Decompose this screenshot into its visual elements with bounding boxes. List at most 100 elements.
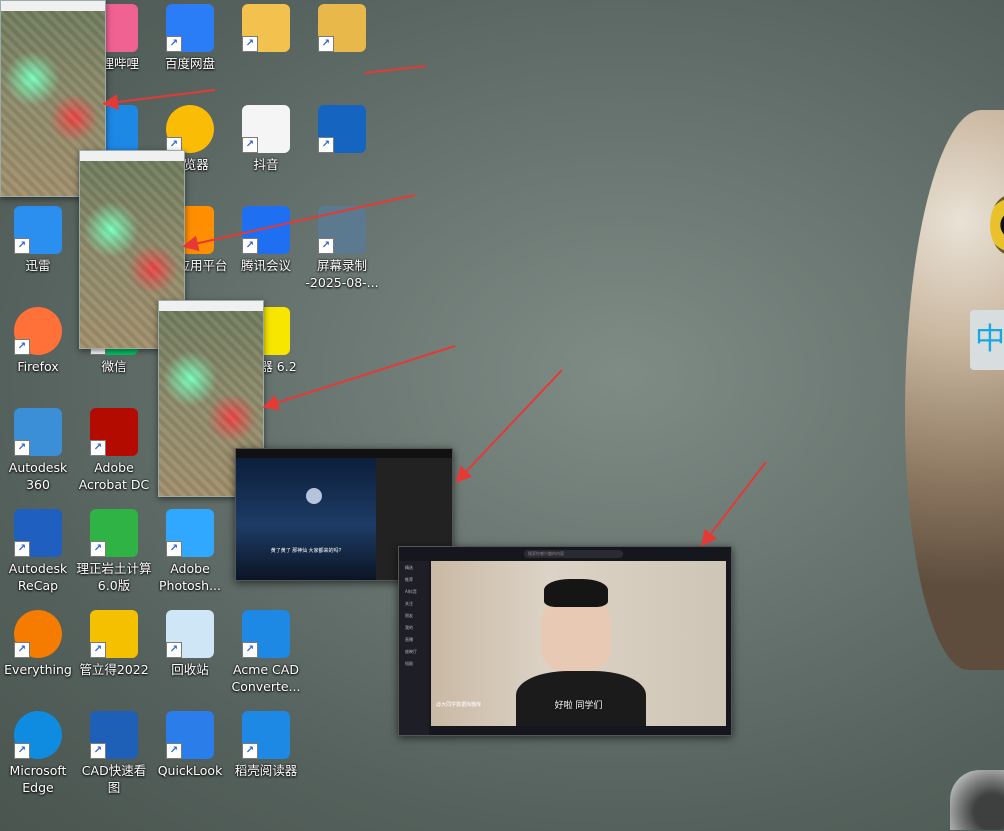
desktop-icon[interactable]: ↗ Adobe Acrobat DC	[76, 404, 152, 504]
desktop-icon[interactable]: ↗	[228, 0, 304, 100]
desktop-icon[interactable]: ↗	[304, 101, 380, 201]
window-titlebar	[159, 301, 263, 311]
douyin-sidebar: 精选推荐 AI抖音关注朋友我的直播放映厅短剧	[399, 561, 429, 735]
douyin-search-input[interactable]: 搜索你感兴趣的内容	[524, 550, 623, 558]
desktop-icon-label: Adobe Acrobat DC	[78, 460, 150, 492]
desktop-icon-label: 迅雷	[25, 258, 51, 273]
desktop-icon-label: 回收站	[171, 662, 209, 677]
desktop-icon[interactable]: ↗ 屏幕录制 -2025-08-...	[304, 202, 380, 302]
shortcut-arrow-icon: ↗	[14, 541, 30, 557]
owl-wallpaper-bottom	[950, 770, 1004, 830]
edge-icon: ↗	[14, 711, 62, 759]
video-caption: 黄了黄了 那神仙 大家都来的吗?	[270, 548, 342, 554]
photoshop-icon: ↗	[166, 509, 214, 557]
chrome-icon: ↗	[166, 105, 214, 153]
acme-cad-icon: ↗	[242, 610, 290, 658]
douyin-file-icon: ↗	[242, 105, 290, 153]
desktop-icon-label: 理正岩土计算 6.0版	[76, 561, 152, 593]
folder-icon: ↗	[318, 4, 366, 52]
douyin-video-frame[interactable]: 好啦 同学们 @大同学数据库删库	[431, 561, 726, 726]
baidu-netdisk-icon: ↗	[166, 4, 214, 52]
desktop-icon-label: 屏幕录制 -2025-08-...	[305, 258, 379, 290]
douyin-sidebar-item[interactable]: 直播	[399, 635, 429, 645]
shortcut-arrow-icon: ↗	[318, 238, 334, 254]
autodesk-360-icon: ↗	[14, 408, 62, 456]
cad-viewer-icon: ↗	[90, 711, 138, 759]
desktop-icon-label: Autodesk 360	[8, 460, 68, 492]
douyin-sidebar-item[interactable]: AI抖音	[399, 587, 429, 597]
shortcut-arrow-icon: ↗	[90, 541, 106, 557]
acrobat-icon: ↗	[90, 408, 138, 456]
shortcut-arrow-icon: ↗	[166, 541, 182, 557]
shortcut-arrow-icon: ↗	[166, 36, 182, 52]
desktop-icon[interactable]: ↗ Everything	[0, 606, 76, 706]
desktop-icon[interactable]: ↗ 腾讯会议	[228, 202, 304, 302]
shortcut-arrow-icon: ↗	[166, 743, 182, 759]
video-author: @大同学数据库删库	[436, 702, 482, 708]
desktop-icon[interactable]: ↗ Adobe Photosh...	[152, 505, 228, 605]
desktop-icon-label: 管立得2022	[79, 662, 149, 677]
desktop-icon[interactable]: ↗ Autodesk 360	[0, 404, 76, 504]
shortcut-arrow-icon: ↗	[90, 440, 106, 456]
desktop-icon[interactable]: ↗ 迅雷	[0, 202, 76, 302]
desktop-icon[interactable]: ↗ 回收站	[152, 606, 228, 706]
douyin-sidebar-item[interactable]: 推荐	[399, 575, 429, 585]
desktop-icon-label: CAD快速看图	[81, 763, 147, 795]
firefox-icon: ↗	[14, 307, 62, 355]
douyin-sidebar-item[interactable]: 短剧	[399, 659, 429, 669]
desktop-icon[interactable]: ↗ 抖音	[228, 101, 304, 201]
shortcut-arrow-icon: ↗	[14, 642, 30, 658]
owl-wallpaper-figure	[905, 110, 1004, 670]
guanlide-icon: ↗	[90, 610, 138, 658]
desktop-icon-label: Autodesk ReCap	[8, 561, 68, 593]
moon-shape	[306, 488, 322, 504]
shortcut-arrow-icon: ↗	[166, 642, 182, 658]
douyin-sidebar-item[interactable]: 关注	[399, 599, 429, 609]
ime-language-badge[interactable]: 中	[970, 310, 1004, 370]
shortcut-arrow-icon: ↗	[90, 743, 106, 759]
desktop-icon-label: 腾讯会议	[240, 258, 291, 273]
folder-icon: ↗	[242, 4, 290, 52]
video-frame[interactable]: 黄了黄了 那神仙 大家都来的吗?	[236, 458, 376, 580]
video-thumbnail-icon: ↗	[318, 206, 366, 254]
desktop-icon[interactable]: ↗ 理正岩土计算 6.0版	[76, 505, 152, 605]
quicklook-icon: ↗	[166, 711, 214, 759]
douyin-topbar: 搜索你感兴趣的内容	[399, 547, 731, 561]
desktop-icon-label: 微信	[101, 359, 127, 374]
desktop-icon[interactable]: ↗ QuickLook	[152, 707, 228, 807]
douyin-window[interactable]: 搜索你感兴趣的内容 精选推荐 AI抖音关注朋友我的直播放映厅短剧 好啦 同学们 @…	[398, 546, 732, 736]
docer-reader-icon: ↗	[242, 711, 290, 759]
document-icon: ↗	[318, 105, 366, 153]
desktop-icon[interactable]: ↗	[304, 0, 380, 100]
shortcut-arrow-icon: ↗	[242, 137, 258, 153]
douyin-sidebar-item[interactable]: 放映厅	[399, 647, 429, 657]
desktop-icon[interactable]: ↗ Acme CAD Converte...	[228, 606, 304, 706]
douyin-sidebar-item[interactable]: 我的	[399, 623, 429, 633]
douyin-sidebar-item[interactable]: 朋友	[399, 611, 429, 621]
window-titlebar	[80, 151, 184, 161]
douyin-sidebar-item[interactable]: 精选	[399, 563, 429, 573]
shortcut-arrow-icon: ↗	[318, 137, 334, 153]
desktop-icon-label: 抖音	[253, 157, 279, 172]
shortcut-arrow-icon: ↗	[14, 339, 30, 355]
desktop-icon[interactable]: ↗ Autodesk ReCap	[0, 505, 76, 605]
xunlei-icon: ↗	[14, 206, 62, 254]
everything-search-icon: ↗	[14, 610, 62, 658]
desktop-icon[interactable]: ↗ CAD快速看图	[76, 707, 152, 807]
shortcut-arrow-icon: ↗	[242, 238, 258, 254]
recycle-bin-icon: ↗	[166, 610, 214, 658]
desktop-icon[interactable]: ↗ Firefox	[0, 303, 76, 403]
desktop-icon-label: Everything	[4, 662, 72, 677]
desktop-icon-label: QuickLook	[157, 763, 223, 778]
desktop-icon[interactable]: ↗ 管立得2022	[76, 606, 152, 706]
desktop-icon-label: Firefox	[17, 359, 59, 374]
shortcut-arrow-icon: ↗	[242, 36, 258, 52]
desktop-icon[interactable]: ↗ Microsoft Edge	[0, 707, 76, 807]
desktop-icon-label: Microsoft Edge	[9, 763, 67, 795]
desktop-icon-label: Acme CAD Converte...	[231, 662, 301, 694]
person-hair	[544, 579, 608, 607]
tencent-meeting-icon: ↗	[242, 206, 290, 254]
desktop-icon[interactable]: ↗ 稻壳阅读器	[228, 707, 304, 807]
shortcut-arrow-icon: ↗	[242, 642, 258, 658]
desktop-icon[interactable]: ↗ 百度网盘	[152, 0, 228, 100]
